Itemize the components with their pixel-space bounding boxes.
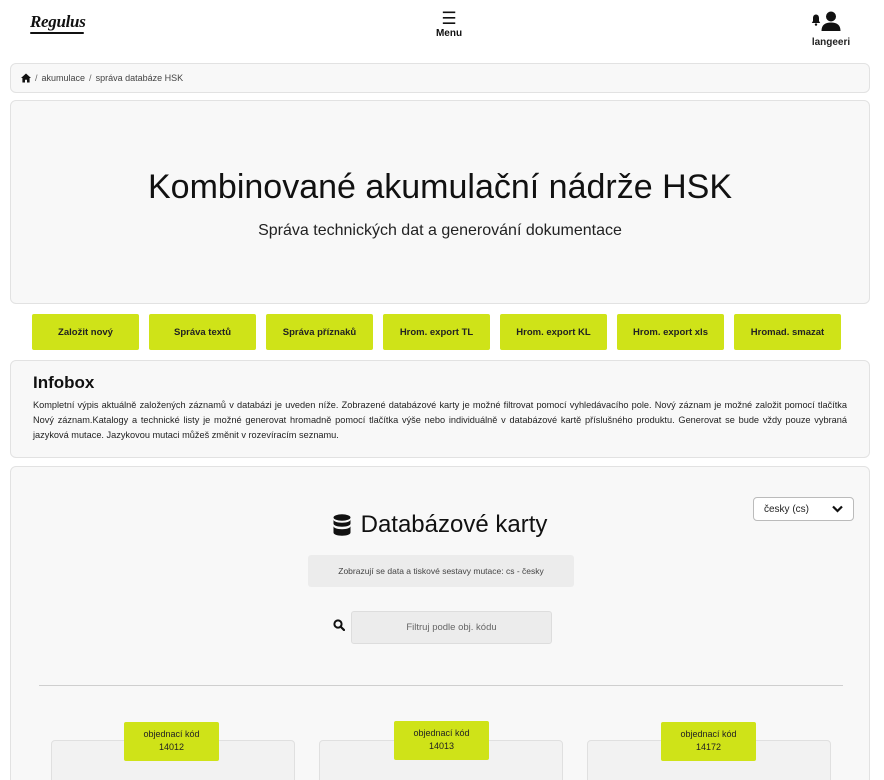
top-bar: Regulus ☰ Menu langeeri [0,0,884,56]
divider [39,685,843,686]
card-tag-14012[interactable]: objednací kód 14012 [124,722,219,761]
bulk-export-tl-button[interactable]: Hrom. export TL [383,314,490,350]
search-input[interactable] [351,611,552,644]
infobox-text: Kompletní výpis aktuálně založených zázn… [33,400,847,440]
database-icon [333,514,351,536]
user-menu[interactable]: langeeri [806,10,856,50]
menu-label: Menu [435,28,463,39]
card-tag-label: objednací kód [143,729,200,739]
page-subtitle: Správa technických dat a generování doku… [258,222,622,239]
infobox: Infobox Kompletní výpis aktuálně založen… [10,360,870,458]
database-title: Databázové karty [360,511,548,538]
menu-button[interactable]: ☰ Menu [425,9,473,39]
search-icon [333,619,345,631]
action-toolbar: Založit nový Správa textů Správa příznak… [32,314,842,350]
page-title: Kombinované akumulační nádrže HSK [148,168,732,206]
breadcrumb-separator: / [89,73,92,83]
bell-icon[interactable] [811,14,821,26]
manage-flags-button[interactable]: Správa příznaků [266,314,373,350]
manage-texts-button[interactable]: Správa textů [149,314,256,350]
card-tag-code: 14172 [695,742,722,752]
hero-panel: Kombinované akumulační nádrže HSK Správa… [10,100,870,304]
infobox-title: Infobox [33,373,95,392]
bulk-export-kl-button[interactable]: Hrom. export KL [500,314,607,350]
bulk-export-xls-button[interactable]: Hrom. export xls [617,314,724,350]
card-tag-14013[interactable]: objednací kód 14013 [394,721,489,760]
card-tag-label: objednací kód [413,728,470,738]
card-tag-code: 14013 [428,741,455,751]
user-icon[interactable] [821,11,841,31]
breadcrumb-item-akumulace[interactable]: akumulace [42,73,86,83]
home-icon[interactable] [21,73,31,83]
breadcrumb: / akumulace / správa databáze HSK [10,63,870,93]
breadcrumb-separator: / [35,73,38,83]
card-tag-label: objednací kód [680,729,737,739]
logo-underline [30,32,84,34]
card-tag-14172[interactable]: objednací kód 14172 [661,722,756,761]
username: langeeri [811,37,851,48]
logo[interactable]: Regulus [30,12,86,32]
create-new-button[interactable]: Založit nový [32,314,139,350]
mutation-note: Zobrazují se data a tiskové sestavy muta… [308,555,574,587]
breadcrumb-item-current: správa databáze HSK [95,73,184,83]
database-panel: česky (cs) Databázové karty Zobrazují se… [10,466,870,780]
database-heading: Databázové karty [11,511,869,539]
bulk-delete-button[interactable]: Hromad. smazat [734,314,841,350]
hamburger-icon: ☰ [441,9,457,28]
card-tag-code: 14012 [158,742,185,752]
